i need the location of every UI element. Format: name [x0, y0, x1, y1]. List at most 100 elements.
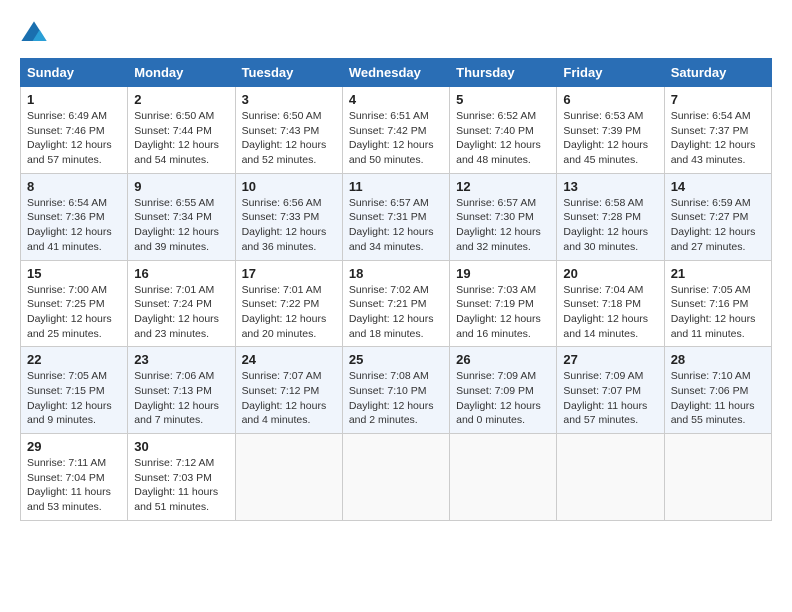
- calendar-day-13: 13 Sunrise: 6:58 AMSunset: 7:28 PMDayligh…: [557, 173, 664, 260]
- col-header-friday: Friday: [557, 59, 664, 87]
- day-number: 9: [134, 179, 228, 194]
- day-info: Sunrise: 7:05 AMSunset: 7:15 PMDaylight:…: [27, 370, 112, 426]
- calendar-table: SundayMondayTuesdayWednesdayThursdayFrid…: [20, 58, 772, 521]
- calendar-day-12: 12Sunrise: 6:57 AMSunset: 7:30 PMDayligh…: [450, 173, 557, 260]
- day-info: Sunrise: 6:53 AMSunset: 7:39 PMDaylight:…: [563, 110, 648, 166]
- calendar-day-5: 5Sunrise: 6:52 AMSunset: 7:40 PMDaylight…: [450, 87, 557, 174]
- calendar-week-2: 15Sunrise: 7:00 AMSunset: 7:25 PMDayligh…: [21, 260, 772, 347]
- calendar-day-4: 4 Sunrise: 6:51 AMSunset: 7:42 PMDaylight…: [342, 87, 449, 174]
- empty-cell: [342, 434, 449, 521]
- day-number: 29: [27, 439, 121, 454]
- day-info: Sunrise: 6:54 AMSunset: 7:36 PMDaylight:…: [27, 197, 112, 253]
- calendar-day-17: 17 Sunrise: 7:01 AMSunset: 7:22 PMDayligh…: [235, 260, 342, 347]
- day-info: Sunrise: 7:05 AMSunset: 7:16 PMDaylight:…: [671, 284, 756, 340]
- day-number: 19: [456, 266, 550, 281]
- calendar-day-14: 14 Sunrise: 6:59 AMSunset: 7:27 PMDayligh…: [664, 173, 771, 260]
- day-info: Sunrise: 7:02 AMSunset: 7:21 PMDaylight:…: [349, 284, 434, 340]
- day-number: 16: [134, 266, 228, 281]
- day-info: Sunrise: 6:54 AMSunset: 7:37 PMDaylight:…: [671, 110, 756, 166]
- day-number: 20: [563, 266, 657, 281]
- col-header-monday: Monday: [128, 59, 235, 87]
- day-info: Sunrise: 6:51 AMSunset: 7:42 PMDaylight:…: [349, 110, 434, 166]
- col-header-tuesday: Tuesday: [235, 59, 342, 87]
- calendar-header-row: SundayMondayTuesdayWednesdayThursdayFrid…: [21, 59, 772, 87]
- day-number: 8: [27, 179, 121, 194]
- calendar-day-20: 20 Sunrise: 7:04 AMSunset: 7:18 PMDayligh…: [557, 260, 664, 347]
- day-number: 22: [27, 352, 121, 367]
- calendar-week-3: 22 Sunrise: 7:05 AMSunset: 7:15 PMDayligh…: [21, 347, 772, 434]
- empty-cell: [450, 434, 557, 521]
- day-number: 4: [349, 92, 443, 107]
- day-info: Sunrise: 7:12 AMSunset: 7:03 PMDaylight:…: [134, 457, 218, 513]
- calendar-day-30: 30 Sunrise: 7:12 AMSunset: 7:03 PMDayligh…: [128, 434, 235, 521]
- day-info: Sunrise: 7:03 AMSunset: 7:19 PMDaylight:…: [456, 284, 541, 340]
- day-number: 25: [349, 352, 443, 367]
- day-number: 1: [27, 92, 121, 107]
- day-number: 2: [134, 92, 228, 107]
- day-number: 28: [671, 352, 765, 367]
- calendar-day-6: 6 Sunrise: 6:53 AMSunset: 7:39 PMDaylight…: [557, 87, 664, 174]
- empty-cell: [664, 434, 771, 521]
- day-number: 23: [134, 352, 228, 367]
- calendar-day-10: 10 Sunrise: 6:56 AMSunset: 7:33 PMDayligh…: [235, 173, 342, 260]
- day-info: Sunrise: 6:57 AMSunset: 7:30 PMDaylight:…: [456, 197, 541, 253]
- day-number: 27: [563, 352, 657, 367]
- day-number: 18: [349, 266, 443, 281]
- calendar-day-23: 23 Sunrise: 7:06 AMSunset: 7:13 PMDayligh…: [128, 347, 235, 434]
- day-number: 5: [456, 92, 550, 107]
- day-info: Sunrise: 6:50 AMSunset: 7:43 PMDaylight:…: [242, 110, 327, 166]
- empty-cell: [235, 434, 342, 521]
- day-number: 10: [242, 179, 336, 194]
- day-number: 6: [563, 92, 657, 107]
- day-info: Sunrise: 7:01 AMSunset: 7:22 PMDaylight:…: [242, 284, 327, 340]
- day-info: Sunrise: 7:04 AMSunset: 7:18 PMDaylight:…: [563, 284, 648, 340]
- day-info: Sunrise: 6:50 AMSunset: 7:44 PMDaylight:…: [134, 110, 219, 166]
- col-header-thursday: Thursday: [450, 59, 557, 87]
- day-info: Sunrise: 6:49 AMSunset: 7:46 PMDaylight:…: [27, 110, 112, 166]
- calendar-day-2: 2 Sunrise: 6:50 AMSunset: 7:44 PMDaylight…: [128, 87, 235, 174]
- day-info: Sunrise: 7:08 AMSunset: 7:10 PMDaylight:…: [349, 370, 434, 426]
- calendar-day-7: 7 Sunrise: 6:54 AMSunset: 7:37 PMDaylight…: [664, 87, 771, 174]
- empty-cell: [557, 434, 664, 521]
- logo: [20, 20, 52, 48]
- day-number: 7: [671, 92, 765, 107]
- calendar-week-0: 1 Sunrise: 6:49 AMSunset: 7:46 PMDaylight…: [21, 87, 772, 174]
- calendar-day-28: 28 Sunrise: 7:10 AMSunset: 7:06 PMDayligh…: [664, 347, 771, 434]
- day-info: Sunrise: 7:11 AMSunset: 7:04 PMDaylight:…: [27, 457, 111, 513]
- day-number: 17: [242, 266, 336, 281]
- day-info: Sunrise: 7:00 AMSunset: 7:25 PMDaylight:…: [27, 284, 112, 340]
- day-info: Sunrise: 7:09 AMSunset: 7:09 PMDaylight:…: [456, 370, 541, 426]
- calendar-day-16: 16 Sunrise: 7:01 AMSunset: 7:24 PMDayligh…: [128, 260, 235, 347]
- day-info: Sunrise: 7:07 AMSunset: 7:12 PMDaylight:…: [242, 370, 327, 426]
- day-info: Sunrise: 6:58 AMSunset: 7:28 PMDaylight:…: [563, 197, 648, 253]
- calendar-day-29: 29 Sunrise: 7:11 AMSunset: 7:04 PMDayligh…: [21, 434, 128, 521]
- day-info: Sunrise: 7:01 AMSunset: 7:24 PMDaylight:…: [134, 284, 219, 340]
- calendar-day-27: 27Sunrise: 7:09 AMSunset: 7:07 PMDayligh…: [557, 347, 664, 434]
- col-header-wednesday: Wednesday: [342, 59, 449, 87]
- day-info: Sunrise: 6:57 AMSunset: 7:31 PMDaylight:…: [349, 197, 434, 253]
- day-number: 13: [563, 179, 657, 194]
- calendar-day-3: 3 Sunrise: 6:50 AMSunset: 7:43 PMDaylight…: [235, 87, 342, 174]
- day-number: 21: [671, 266, 765, 281]
- logo-icon: [20, 20, 48, 48]
- day-info: Sunrise: 6:55 AMSunset: 7:34 PMDaylight:…: [134, 197, 219, 253]
- day-number: 3: [242, 92, 336, 107]
- calendar-day-21: 21 Sunrise: 7:05 AMSunset: 7:16 PMDayligh…: [664, 260, 771, 347]
- day-info: Sunrise: 6:59 AMSunset: 7:27 PMDaylight:…: [671, 197, 756, 253]
- day-number: 30: [134, 439, 228, 454]
- col-header-sunday: Sunday: [21, 59, 128, 87]
- calendar-day-15: 15Sunrise: 7:00 AMSunset: 7:25 PMDayligh…: [21, 260, 128, 347]
- day-info: Sunrise: 7:10 AMSunset: 7:06 PMDaylight:…: [671, 370, 755, 426]
- page-header: [20, 20, 772, 48]
- col-header-saturday: Saturday: [664, 59, 771, 87]
- day-info: Sunrise: 7:06 AMSunset: 7:13 PMDaylight:…: [134, 370, 219, 426]
- day-info: Sunrise: 6:56 AMSunset: 7:33 PMDaylight:…: [242, 197, 327, 253]
- calendar-day-11: 11 Sunrise: 6:57 AMSunset: 7:31 PMDayligh…: [342, 173, 449, 260]
- calendar-day-26: 26Sunrise: 7:09 AMSunset: 7:09 PMDayligh…: [450, 347, 557, 434]
- calendar-week-4: 29 Sunrise: 7:11 AMSunset: 7:04 PMDayligh…: [21, 434, 772, 521]
- day-number: 14: [671, 179, 765, 194]
- calendar-week-1: 8 Sunrise: 6:54 AMSunset: 7:36 PMDaylight…: [21, 173, 772, 260]
- day-number: 11: [349, 179, 443, 194]
- calendar-day-18: 18 Sunrise: 7:02 AMSunset: 7:21 PMDayligh…: [342, 260, 449, 347]
- calendar-day-9: 9 Sunrise: 6:55 AMSunset: 7:34 PMDaylight…: [128, 173, 235, 260]
